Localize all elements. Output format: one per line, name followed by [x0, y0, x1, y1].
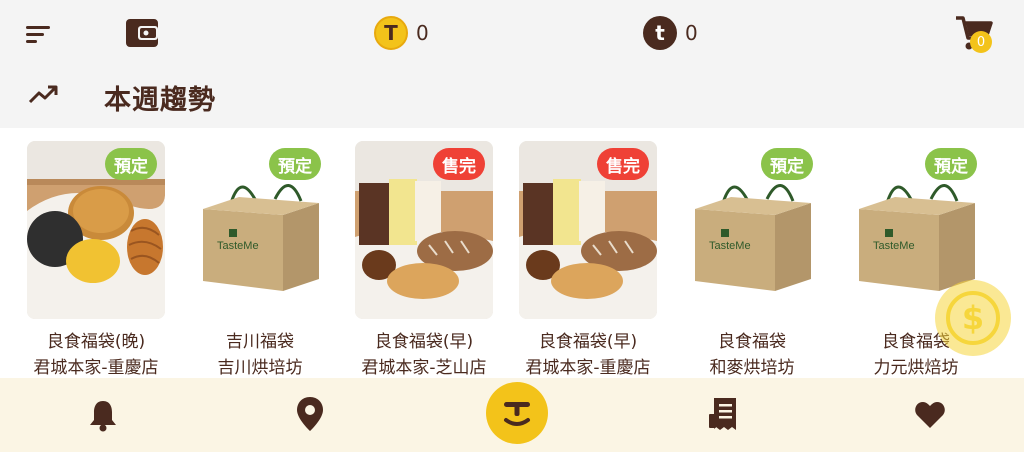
gold-coin-icon: T [374, 16, 408, 50]
preorder-badge: 預定 [269, 148, 321, 180]
product-image: TasteMe 預定 [683, 141, 821, 319]
receipt-icon[interactable] [706, 396, 742, 432]
soldout-badge: 售完 [433, 148, 485, 180]
product-image: 預定 [27, 141, 165, 319]
product-name: 良食福袋(早) [374, 332, 474, 352]
dollar-icon: $ [946, 291, 1000, 345]
top-bar: T 0 t 0 0 本週趨勢 [0, 0, 1024, 128]
cart-count-badge: 0 [970, 31, 992, 53]
brown-coin-value: 0 [685, 21, 698, 45]
location-pin-icon[interactable] [296, 396, 324, 432]
menu-icon[interactable] [24, 20, 52, 48]
product-card[interactable]: TasteMe 預定 吉川福袋 吉川烘培坊 [191, 141, 329, 381]
bell-icon[interactable] [88, 398, 118, 432]
bag-logo-text: TasteMe [709, 240, 751, 252]
preorder-badge: 預定 [105, 148, 157, 180]
gold-coin-value: 0 [416, 21, 429, 45]
soldout-badge: 售完 [597, 148, 649, 180]
bag-logo-text: TasteMe [873, 240, 915, 252]
product-name: 良食福袋(晚) [46, 332, 146, 352]
bag-logo-text: TasteMe [217, 240, 259, 252]
product-name: 吉川福袋 [226, 332, 294, 352]
product-card[interactable]: 售完 良食福袋(早) 君城本家-芝山店 [355, 141, 493, 381]
svg-text:$: $ [962, 299, 984, 337]
home-logo-icon[interactable] [486, 382, 548, 444]
wallet-icon[interactable] [124, 15, 160, 51]
product-list: 預定 良食福袋(晚) 君城本家-重慶店 TasteMe 預定 吉川福袋 吉川烘培… [0, 128, 1024, 378]
brown-coin-balance[interactable]: t 0 [643, 16, 698, 50]
brown-coin-icon: t [643, 16, 677, 50]
preorder-badge: 預定 [761, 148, 813, 180]
product-name: 良食福袋(早) [538, 332, 638, 352]
section-title: 本週趨勢 [104, 85, 216, 116]
product-card[interactable]: 預定 良食福袋(晚) 君城本家-重慶店 [27, 141, 165, 381]
heart-icon[interactable] [914, 400, 946, 430]
preorder-badge: 預定 [925, 148, 977, 180]
product-card[interactable]: 售完 良食福袋(早) 君城本家-重慶店 [519, 141, 657, 381]
trending-up-icon [28, 82, 60, 106]
product-image: 售完 [519, 141, 657, 319]
product-image: TasteMe 預定 [191, 141, 329, 319]
product-name: 良食福袋 [718, 332, 786, 352]
bottom-nav [0, 378, 1024, 452]
dollar-fab-button[interactable]: $ [935, 280, 1011, 356]
gold-coin-balance[interactable]: T 0 [374, 16, 429, 50]
product-image: 售完 [355, 141, 493, 319]
product-card[interactable]: TasteMe 預定 良食福袋 和麥烘培坊 [683, 141, 821, 381]
